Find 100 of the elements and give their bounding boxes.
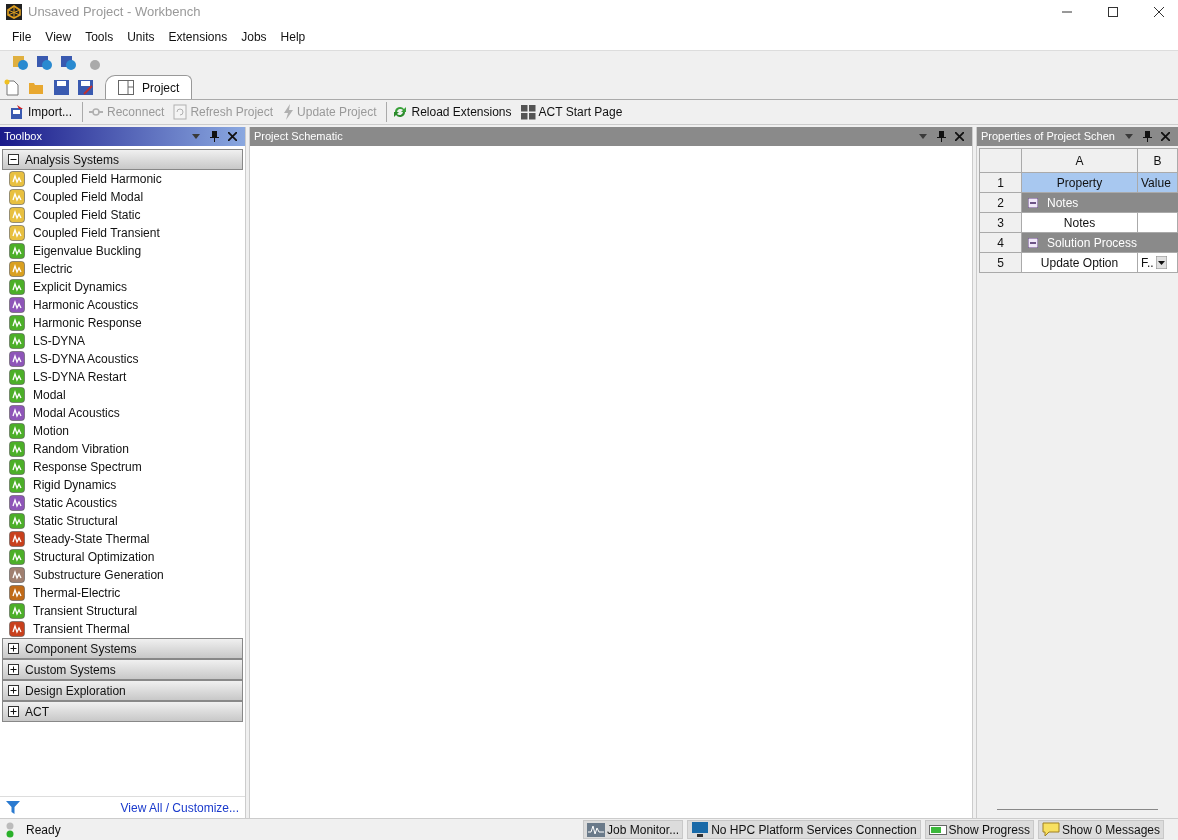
window-title: Unsaved Project - Workbench bbox=[28, 3, 202, 22]
status-button[interactable]: Show Progress bbox=[924, 820, 1034, 839]
column-title-cell: Value bbox=[1138, 173, 1178, 193]
maximize-icon[interactable] bbox=[1108, 7, 1118, 17]
toolbar-button[interactable]: Import... bbox=[7, 103, 74, 121]
save-icon[interactable] bbox=[54, 79, 69, 95]
status-text: Ready bbox=[26, 821, 62, 839]
menu-item[interactable]: File bbox=[5, 28, 39, 46]
category-label: Component Systems bbox=[25, 640, 137, 658]
toolbox-item[interactable]: Eigenvalue Buckling bbox=[33, 242, 142, 260]
toolbox-item[interactable]: Harmonic Acoustics bbox=[33, 296, 139, 314]
category-header[interactable]: ACT bbox=[2, 701, 243, 722]
group-label: Notes bbox=[1047, 194, 1079, 212]
toolbox-item[interactable]: Transient Structural bbox=[33, 602, 138, 620]
expand-icon[interactable] bbox=[8, 664, 19, 675]
pane-title: Properties of Project Schen bbox=[981, 129, 1115, 145]
dropdown-icon[interactable] bbox=[919, 134, 927, 139]
dropdown-field[interactable]: F.. bbox=[1138, 253, 1178, 273]
category-header[interactable]: Design Exploration bbox=[2, 680, 243, 701]
toolbox-item[interactable]: Coupled Field Modal bbox=[33, 188, 144, 206]
refresh-icon bbox=[173, 104, 188, 120]
menu-item[interactable]: Jobs bbox=[234, 28, 274, 46]
category-header[interactable]: Custom Systems bbox=[2, 659, 243, 680]
app-logo-icon bbox=[6, 4, 22, 20]
close-icon[interactable] bbox=[228, 132, 237, 141]
reload-icon bbox=[392, 104, 409, 120]
toolbox-item[interactable]: Thermal-Electric bbox=[33, 584, 121, 602]
toolbox-item[interactable]: Coupled Field Transient bbox=[33, 224, 160, 242]
lightning-icon bbox=[282, 104, 295, 120]
expand-icon[interactable] bbox=[8, 706, 19, 717]
toolbox-item[interactable]: Static Acoustics bbox=[33, 494, 118, 512]
toolbox-item[interactable]: Modal Acoustics bbox=[33, 404, 120, 422]
view-all-link[interactable]: View All / Customize... bbox=[120, 798, 239, 817]
toolbox-item[interactable]: Structural Optimization bbox=[33, 548, 155, 566]
layout-icon bbox=[118, 80, 134, 95]
pin-icon[interactable] bbox=[937, 131, 946, 142]
save-as-icon[interactable] bbox=[78, 79, 93, 95]
category-label: Custom Systems bbox=[25, 661, 116, 679]
row-number: 1 bbox=[980, 173, 1022, 193]
menu-item[interactable]: Help bbox=[273, 28, 313, 46]
close-icon[interactable] bbox=[1161, 132, 1170, 141]
toolbox-item[interactable]: Coupled Field Harmonic bbox=[33, 170, 162, 188]
dropdown-icon[interactable] bbox=[192, 134, 200, 139]
dropdown-icon[interactable] bbox=[1125, 134, 1133, 139]
status-button[interactable]: Show 0 Messages bbox=[1037, 820, 1164, 839]
pane-title: Project Schematic bbox=[254, 129, 343, 145]
toolbox-item[interactable]: LS-DYNA bbox=[33, 332, 85, 350]
toolbar-button[interactable]: Reload Extensions bbox=[390, 103, 514, 121]
pin-icon[interactable] bbox=[1143, 131, 1152, 142]
row-number: 4 bbox=[980, 233, 1022, 253]
filter-icon[interactable] bbox=[6, 801, 20, 814]
status-button[interactable]: No HPC Platform Services Connection bbox=[687, 820, 921, 839]
expand-icon[interactable] bbox=[8, 643, 19, 654]
menu-item[interactable]: Tools bbox=[78, 28, 121, 46]
toolbox-item[interactable]: Static Structural bbox=[33, 512, 118, 530]
toolbox-item[interactable]: Random Vibration bbox=[33, 440, 129, 458]
progress-icon bbox=[928, 824, 947, 835]
category-header[interactable]: Analysis Systems bbox=[2, 149, 243, 170]
grid-icon bbox=[520, 104, 536, 120]
waveform-icon bbox=[587, 822, 606, 837]
status-button[interactable]: Job Monitor... bbox=[583, 820, 684, 839]
toolbox-item[interactable]: Explicit Dynamics bbox=[33, 278, 128, 296]
close-icon[interactable] bbox=[1154, 7, 1164, 17]
toolbox-item[interactable]: Transient Thermal bbox=[33, 620, 130, 638]
menu-item[interactable]: Extensions bbox=[161, 28, 235, 46]
monitor-icon bbox=[691, 822, 710, 837]
row-number: 5 bbox=[980, 253, 1022, 273]
property-name-cell: Update Option bbox=[1022, 253, 1138, 273]
pane-title: Toolbox bbox=[4, 129, 42, 145]
close-icon[interactable] bbox=[955, 132, 964, 141]
speech-bubble-icon bbox=[1041, 822, 1060, 837]
category-label: Analysis Systems bbox=[25, 151, 120, 169]
status-light-icon bbox=[6, 821, 14, 838]
project-tab[interactable]: Project bbox=[105, 75, 193, 99]
menu-item[interactable]: View bbox=[38, 28, 79, 46]
dropdown-value: F.. bbox=[1141, 254, 1154, 272]
group-label: Solution Process bbox=[1047, 234, 1138, 252]
toolbox-item[interactable]: Harmonic Response bbox=[33, 314, 142, 332]
property-value-cell bbox=[1138, 213, 1178, 233]
import-icon bbox=[9, 104, 25, 120]
toolbox-item[interactable]: LS-DYNA Restart bbox=[33, 368, 127, 386]
pin-icon[interactable] bbox=[210, 131, 219, 142]
menu-item[interactable]: Units bbox=[120, 28, 162, 46]
toolbox-item[interactable]: Motion bbox=[33, 422, 70, 440]
toolbox-item[interactable]: Rigid Dynamics bbox=[33, 476, 117, 494]
column-header: B bbox=[1138, 149, 1178, 173]
property-name-cell: Notes bbox=[1022, 213, 1138, 233]
collapse-icon[interactable] bbox=[8, 154, 19, 165]
toolbox-item[interactable]: Steady-State Thermal bbox=[33, 530, 150, 548]
toolbox-item[interactable]: LS-DYNA Acoustics bbox=[33, 350, 139, 368]
dropdown-arrow-icon bbox=[1155, 256, 1167, 269]
toolbox-item[interactable]: Response Spectrum bbox=[33, 458, 142, 476]
category-header[interactable]: Component Systems bbox=[2, 638, 243, 659]
toolbox-item[interactable]: Modal bbox=[33, 386, 66, 404]
toolbox-item[interactable]: Substructure Generation bbox=[33, 566, 164, 584]
toolbar-button[interactable]: ACT Start Page bbox=[518, 103, 625, 121]
category-label: Design Exploration bbox=[25, 682, 126, 700]
toolbox-item[interactable]: Electric bbox=[33, 260, 73, 278]
toolbox-item[interactable]: Coupled Field Static bbox=[33, 206, 141, 224]
expand-icon[interactable] bbox=[8, 685, 19, 696]
